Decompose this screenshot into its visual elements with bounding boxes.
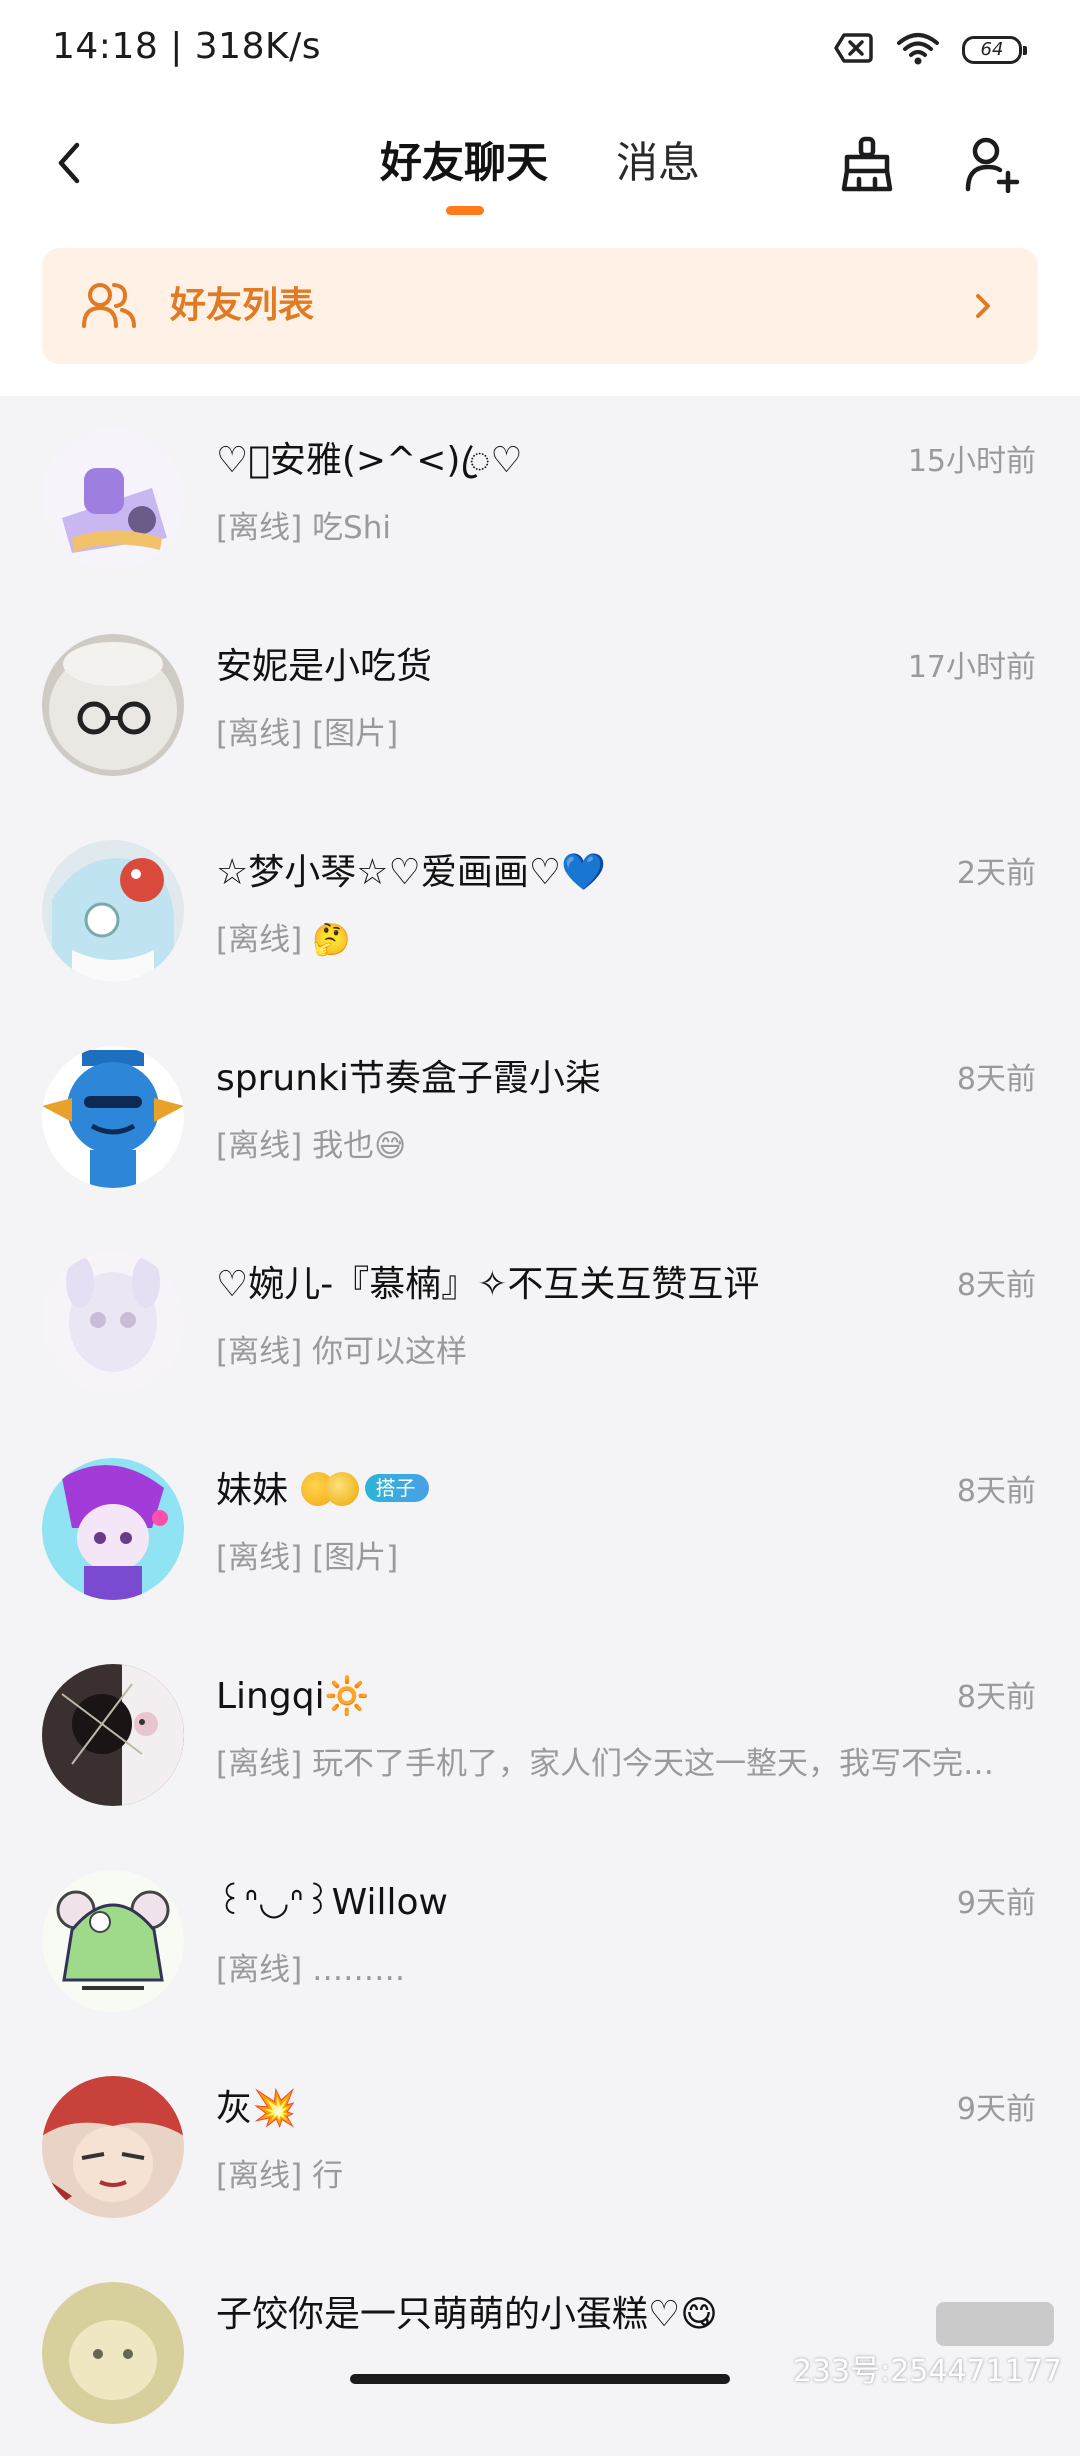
chat-name: ꒰ᐢ◡ᐢ꒱Willow — [216, 1882, 448, 1923]
last-message: 你可以这样 — [312, 1334, 468, 1370]
chat-row[interactable]: 灰💥 9天前 [离线] 行 — [0, 2044, 1080, 2250]
last-message: [图片] — [312, 716, 399, 752]
chat-name: Lingqi🔆 — [216, 1676, 370, 1717]
chat-name: 安妮是小吃货 — [216, 646, 433, 687]
friend-list-entry[interactable]: 好友列表 — [42, 248, 1038, 364]
chat-preview: [离线] 吃Shi — [216, 504, 391, 552]
avatar[interactable] — [42, 634, 184, 776]
status-time: 14:18 | 318K/s — [52, 26, 321, 67]
add-friend-button[interactable] — [958, 124, 1028, 204]
chat-row[interactable]: Lingqi🔆 8天前 [离线] 玩不了手机了，家人们今天这一整天，我写不完… — [0, 1632, 1080, 1838]
broom-icon — [841, 136, 893, 192]
sweat-face-emoji-icon — [325, 1472, 360, 1506]
chat-time: 8天前 — [956, 1680, 1036, 1715]
last-message: 🤔 — [312, 922, 351, 958]
status-icons: 64 — [834, 30, 1027, 70]
chat-row[interactable]: 妹妹 搭子 8天前 [离线] [图片] — [0, 1426, 1080, 1632]
avatar[interactable] — [42, 1046, 184, 1188]
avatar[interactable] — [42, 1870, 184, 2012]
chat-preview: [离线] [图片] — [216, 710, 398, 758]
chat-preview: [离线] [图片] — [216, 1534, 398, 1582]
friend-list-label: 好友列表 — [170, 285, 315, 326]
online-status: [离线] — [216, 1128, 303, 1164]
chat-name: 妹妹 搭子 — [216, 1466, 430, 1516]
online-status: [离线] — [216, 1540, 303, 1576]
tab-messages[interactable]: 消息 — [616, 128, 700, 198]
chat-row[interactable]: 安妮是小吃货 17小时前 [离线] [图片] — [0, 602, 1080, 808]
nav-bar: 好友聊天 消息 — [0, 110, 1080, 230]
chat-row[interactable]: ♡ꦿ安雅(>^<)ꦿ♡ 15小时前 [离线] 吃Shi — [0, 396, 1080, 602]
avatar[interactable] — [42, 2076, 184, 2218]
add-user-icon — [965, 137, 1020, 193]
chat-row[interactable]: ♡婉儿-『慕楠』✧不互关互赞互评 8天前 [离线] 你可以这样 — [0, 1220, 1080, 1426]
avatar[interactable] — [42, 1664, 184, 1806]
online-status: [离线] — [216, 510, 303, 546]
last-message: 我也😅 — [312, 1128, 407, 1164]
relationship-tag: 搭子 — [365, 1474, 430, 1502]
chat-time: 17小时前 — [907, 650, 1036, 685]
home-indicator[interactable] — [350, 2374, 730, 2384]
chat-name: ♡ꦿ安雅(>^<)ꦿ♡ — [216, 440, 523, 481]
avatar[interactable] — [42, 1252, 184, 1394]
chat-preview: [离线] 你可以这样 — [216, 1328, 467, 1376]
chat-name: 灰💥 — [216, 2088, 297, 2129]
chat-time: 8天前 — [956, 1062, 1036, 1097]
watermark: 233号:254471177 — [792, 2354, 1062, 2389]
last-message: 行 — [312, 2158, 344, 2194]
online-status: [离线] — [216, 716, 303, 752]
chat-time: 8天前 — [956, 1268, 1036, 1303]
chat-time: 9天前 — [956, 1886, 1036, 1921]
watermark-badge — [936, 2302, 1054, 2346]
chat-name: ☆梦小琴☆♡爱画画♡💙 — [216, 852, 606, 893]
avatar[interactable] — [42, 2282, 184, 2424]
chat-list: ♡ꦿ安雅(>^<)ꦿ♡ 15小时前 [离线] 吃Shi 安妮是小吃货 17小时前… — [0, 396, 1080, 2456]
chat-row[interactable]: sprunki节奏盒子霞小柒 8天前 [离线] 我也😅 — [0, 1014, 1080, 1220]
back-arrow-icon — [58, 142, 80, 184]
chat-row[interactable]: ꒰ᐢ◡ᐢ꒱Willow 9天前 [离线] ……… — [0, 1838, 1080, 2044]
chevron-right-icon — [976, 294, 990, 318]
avatar[interactable] — [42, 428, 184, 570]
chat-name: ♡婉儿-『慕楠』✧不互关互赞互评 — [216, 1264, 760, 1305]
chat-preview: [离线] 🤔 — [216, 916, 351, 964]
top-panel: 14:18 | 318K/s 64 好友聊天 消息 好友列表 — [0, 0, 1080, 396]
last-message: 吃Shi — [312, 510, 392, 546]
online-status: [离线] — [216, 1952, 303, 1988]
chat-preview: [离线] 我也😅 — [216, 1122, 406, 1170]
online-status: [离线] — [216, 2158, 303, 2194]
battery-indicator: 64 — [962, 36, 1027, 64]
avatar[interactable] — [42, 1458, 184, 1600]
chat-time: 2天前 — [956, 856, 1036, 891]
clear-messages-button[interactable] — [832, 124, 902, 204]
tab-friend-chat[interactable]: 好友聊天 — [380, 128, 548, 198]
online-status: [离线] — [216, 1334, 303, 1370]
chat-name: 子饺你是一只萌萌的小蛋糕♡😋 — [216, 2294, 718, 2335]
active-tab-indicator — [446, 206, 484, 215]
chat-time: 8天前 — [956, 1474, 1036, 1509]
online-status: [离线] — [216, 1746, 303, 1782]
avatar[interactable] — [42, 840, 184, 982]
last-message: ……… — [312, 1952, 406, 1988]
last-message: [图片] — [312, 1540, 399, 1576]
chat-name-text: 妹妹 — [216, 1470, 289, 1511]
notification-muted-icon — [834, 31, 874, 69]
chat-preview: [离线] 行 — [216, 2152, 343, 2200]
wifi-icon — [896, 31, 940, 69]
back-button[interactable] — [38, 128, 98, 198]
online-status: [离线] — [216, 922, 303, 958]
last-message: 玩不了手机了，家人们今天这一整天，我写不完… — [312, 1746, 995, 1782]
chat-preview: [离线] 玩不了手机了，家人们今天这一整天，我写不完… — [216, 1740, 994, 1788]
chat-name: sprunki节奏盒子霞小柒 — [216, 1058, 601, 1099]
chat-preview: [离线] ……… — [216, 1946, 405, 1994]
status-bar: 14:18 | 318K/s 64 — [0, 0, 1080, 100]
chat-time: 15小时前 — [907, 444, 1036, 479]
friends-icon — [82, 283, 136, 328]
chat-row[interactable]: ☆梦小琴☆♡爱画画♡💙 2天前 [离线] 🤔 — [0, 808, 1080, 1014]
chat-time: 9天前 — [956, 2092, 1036, 2127]
